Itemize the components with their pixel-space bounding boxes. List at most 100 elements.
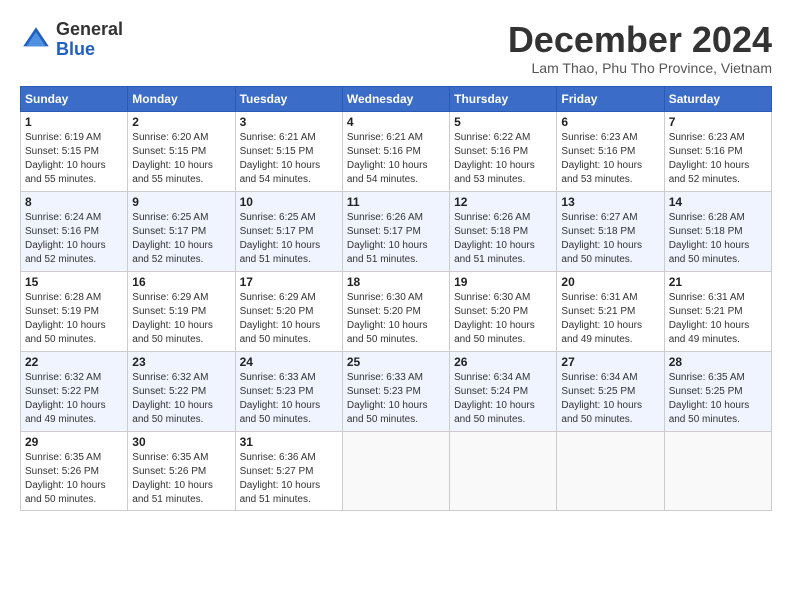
day-info: Sunrise: 6:35 AM Sunset: 5:26 PM Dayligh… [25,451,123,507]
logo-general: General [56,20,123,40]
sunrise: Sunrise: 6:22 AM [454,132,530,143]
daylight: Daylight: 10 hours and 49 minutes. [561,320,642,345]
sunset: Sunset: 5:20 PM [454,306,528,317]
table-cell [342,431,449,510]
sunset: Sunset: 5:21 PM [561,306,635,317]
day-info: Sunrise: 6:28 AM Sunset: 5:19 PM Dayligh… [25,291,123,347]
sunrise: Sunrise: 6:33 AM [240,372,316,383]
sunrise: Sunrise: 6:24 AM [25,212,101,223]
table-cell: 12 Sunrise: 6:26 AM Sunset: 5:18 PM Dayl… [450,191,557,271]
daylight: Daylight: 10 hours and 50 minutes. [347,320,428,345]
table-cell: 23 Sunrise: 6:32 AM Sunset: 5:22 PM Dayl… [128,351,235,431]
sunset: Sunset: 5:26 PM [25,466,99,477]
sunrise: Sunrise: 6:28 AM [25,292,101,303]
daylight: Daylight: 10 hours and 50 minutes. [25,480,106,505]
day-info: Sunrise: 6:34 AM Sunset: 5:24 PM Dayligh… [454,371,552,427]
daylight: Daylight: 10 hours and 55 minutes. [132,160,213,185]
sunset: Sunset: 5:17 PM [240,226,314,237]
sunset: Sunset: 5:23 PM [240,386,314,397]
calendar-header-row: Sunday Monday Tuesday Wednesday Thursday… [21,86,772,111]
table-cell: 9 Sunrise: 6:25 AM Sunset: 5:17 PM Dayli… [128,191,235,271]
title-block: December 2024 Lam Thao, Phu Tho Province… [508,20,772,76]
day-info: Sunrise: 6:33 AM Sunset: 5:23 PM Dayligh… [347,371,445,427]
header-friday: Friday [557,86,664,111]
sunrise: Sunrise: 6:35 AM [25,452,101,463]
header-thursday: Thursday [450,86,557,111]
sunset: Sunset: 5:19 PM [25,306,99,317]
sunset: Sunset: 5:20 PM [347,306,421,317]
day-number: 30 [132,435,230,449]
daylight: Daylight: 10 hours and 51 minutes. [240,240,321,265]
table-cell: 10 Sunrise: 6:25 AM Sunset: 5:17 PM Dayl… [235,191,342,271]
daylight: Daylight: 10 hours and 51 minutes. [347,240,428,265]
header-monday: Monday [128,86,235,111]
logo-blue: Blue [56,40,123,60]
calendar-week-row: 22 Sunrise: 6:32 AM Sunset: 5:22 PM Dayl… [21,351,772,431]
day-info: Sunrise: 6:29 AM Sunset: 5:19 PM Dayligh… [132,291,230,347]
location: Lam Thao, Phu Tho Province, Vietnam [508,60,772,76]
daylight: Daylight: 10 hours and 52 minutes. [669,160,750,185]
sunrise: Sunrise: 6:34 AM [561,372,637,383]
day-info: Sunrise: 6:26 AM Sunset: 5:17 PM Dayligh… [347,211,445,267]
day-number: 3 [240,115,338,129]
day-info: Sunrise: 6:22 AM Sunset: 5:16 PM Dayligh… [454,131,552,187]
day-number: 19 [454,275,552,289]
day-number: 8 [25,195,123,209]
sunrise: Sunrise: 6:27 AM [561,212,637,223]
daylight: Daylight: 10 hours and 55 minutes. [25,160,106,185]
day-number: 4 [347,115,445,129]
day-info: Sunrise: 6:20 AM Sunset: 5:15 PM Dayligh… [132,131,230,187]
day-number: 12 [454,195,552,209]
daylight: Daylight: 10 hours and 50 minutes. [669,240,750,265]
table-cell: 18 Sunrise: 6:30 AM Sunset: 5:20 PM Dayl… [342,271,449,351]
calendar-week-row: 29 Sunrise: 6:35 AM Sunset: 5:26 PM Dayl… [21,431,772,510]
daylight: Daylight: 10 hours and 49 minutes. [25,400,106,425]
sunrise: Sunrise: 6:29 AM [132,292,208,303]
day-number: 11 [347,195,445,209]
sunset: Sunset: 5:15 PM [132,146,206,157]
daylight: Daylight: 10 hours and 50 minutes. [669,400,750,425]
table-cell: 14 Sunrise: 6:28 AM Sunset: 5:18 PM Dayl… [664,191,771,271]
day-number: 20 [561,275,659,289]
daylight: Daylight: 10 hours and 50 minutes. [132,320,213,345]
day-info: Sunrise: 6:25 AM Sunset: 5:17 PM Dayligh… [240,211,338,267]
day-info: Sunrise: 6:35 AM Sunset: 5:25 PM Dayligh… [669,371,767,427]
sunrise: Sunrise: 6:33 AM [347,372,423,383]
sunrise: Sunrise: 6:26 AM [454,212,530,223]
sunrise: Sunrise: 6:32 AM [25,372,101,383]
day-number: 25 [347,355,445,369]
table-cell: 7 Sunrise: 6:23 AM Sunset: 5:16 PM Dayli… [664,111,771,191]
sunset: Sunset: 5:16 PM [454,146,528,157]
sunset: Sunset: 5:25 PM [669,386,743,397]
daylight: Daylight: 10 hours and 51 minutes. [240,480,321,505]
calendar-week-row: 1 Sunrise: 6:19 AM Sunset: 5:15 PM Dayli… [21,111,772,191]
day-info: Sunrise: 6:31 AM Sunset: 5:21 PM Dayligh… [561,291,659,347]
header-sunday: Sunday [21,86,128,111]
calendar-week-row: 8 Sunrise: 6:24 AM Sunset: 5:16 PM Dayli… [21,191,772,271]
sunset: Sunset: 5:18 PM [669,226,743,237]
daylight: Daylight: 10 hours and 49 minutes. [669,320,750,345]
daylight: Daylight: 10 hours and 51 minutes. [454,240,535,265]
day-number: 17 [240,275,338,289]
sunrise: Sunrise: 6:23 AM [561,132,637,143]
table-cell: 16 Sunrise: 6:29 AM Sunset: 5:19 PM Dayl… [128,271,235,351]
table-cell: 24 Sunrise: 6:33 AM Sunset: 5:23 PM Dayl… [235,351,342,431]
day-info: Sunrise: 6:21 AM Sunset: 5:15 PM Dayligh… [240,131,338,187]
header-saturday: Saturday [664,86,771,111]
sunrise: Sunrise: 6:20 AM [132,132,208,143]
day-number: 10 [240,195,338,209]
day-number: 26 [454,355,552,369]
sunrise: Sunrise: 6:31 AM [561,292,637,303]
sunrise: Sunrise: 6:28 AM [669,212,745,223]
calendar-week-row: 15 Sunrise: 6:28 AM Sunset: 5:19 PM Dayl… [21,271,772,351]
sunset: Sunset: 5:27 PM [240,466,314,477]
day-info: Sunrise: 6:27 AM Sunset: 5:18 PM Dayligh… [561,211,659,267]
day-number: 5 [454,115,552,129]
sunset: Sunset: 5:17 PM [347,226,421,237]
daylight: Daylight: 10 hours and 50 minutes. [240,400,321,425]
sunrise: Sunrise: 6:36 AM [240,452,316,463]
day-number: 21 [669,275,767,289]
day-info: Sunrise: 6:24 AM Sunset: 5:16 PM Dayligh… [25,211,123,267]
daylight: Daylight: 10 hours and 54 minutes. [240,160,321,185]
sunrise: Sunrise: 6:30 AM [347,292,423,303]
